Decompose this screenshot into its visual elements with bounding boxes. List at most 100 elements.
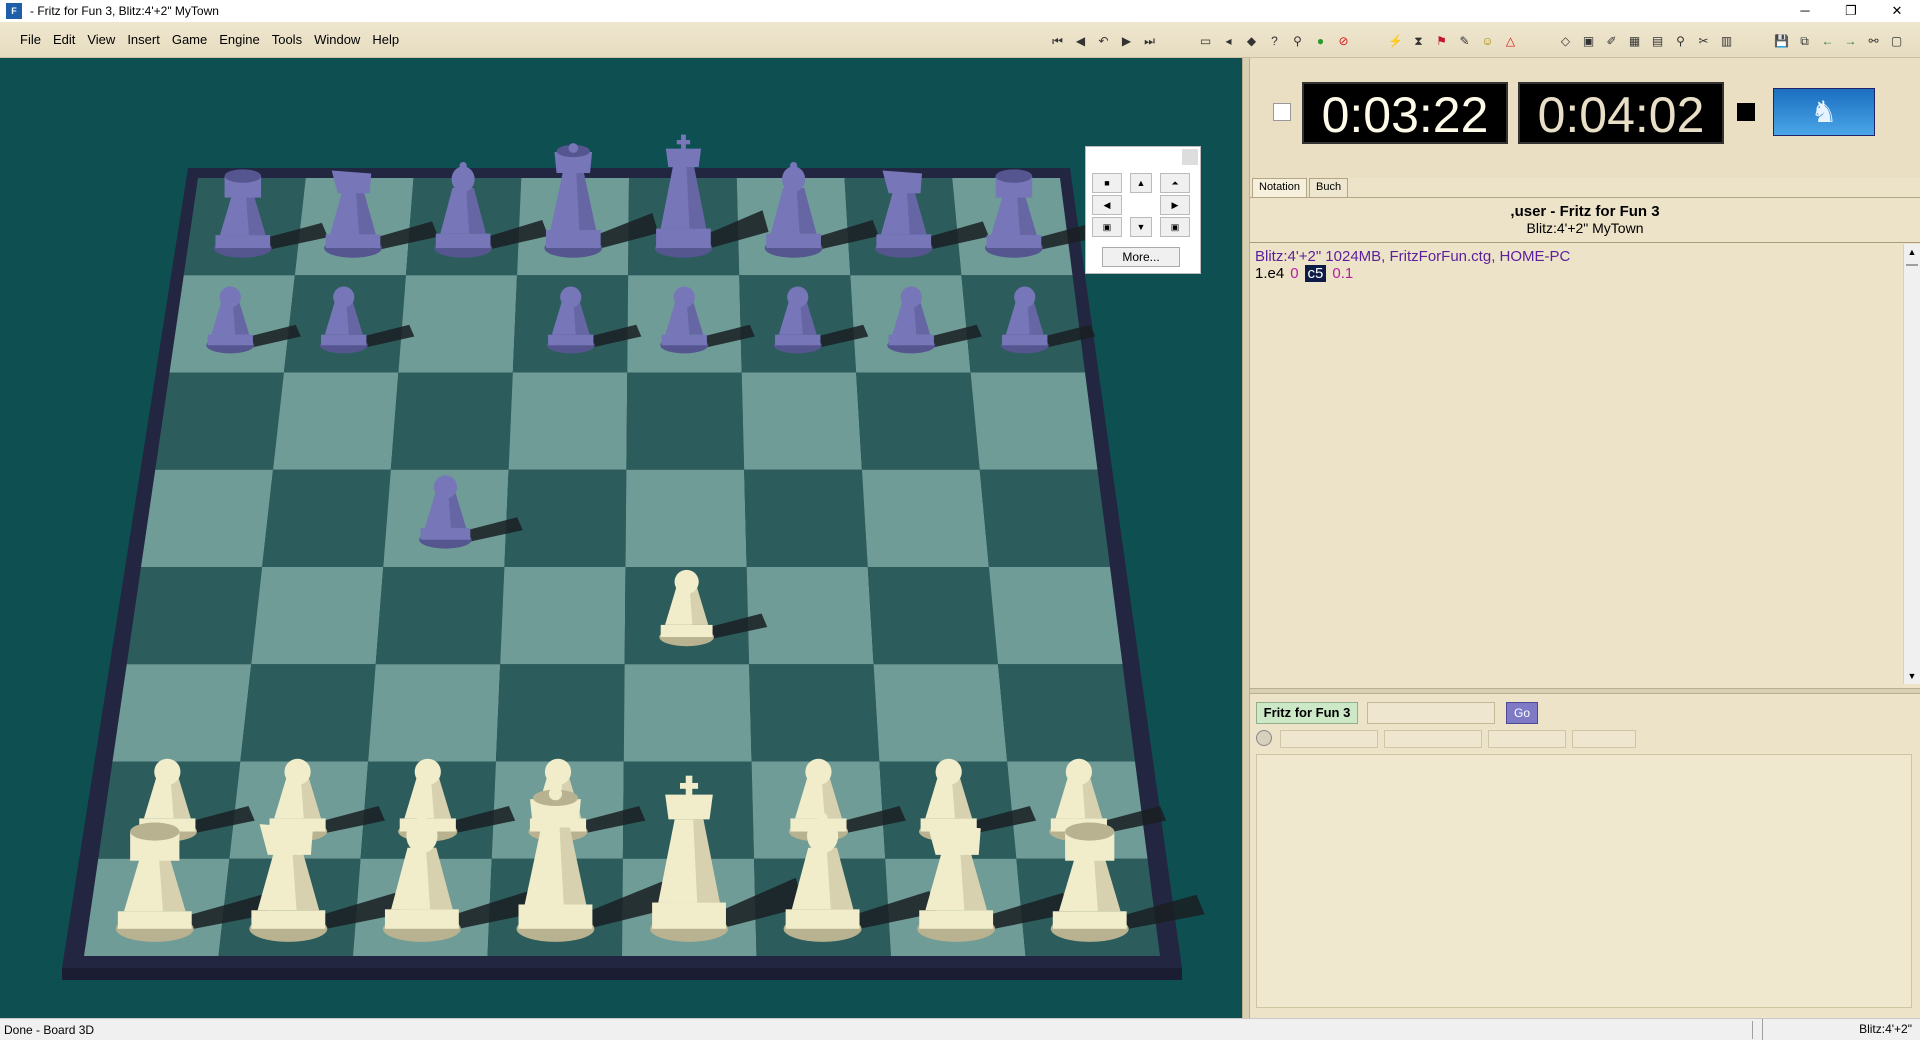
square-e5[interactable] — [625, 469, 747, 567]
panel-icon[interactable]: ▥ — [1715, 31, 1738, 51]
menu-window[interactable]: Window — [314, 32, 360, 47]
minimize-button[interactable]: ─ — [1782, 0, 1828, 22]
camera-right-button[interactable]: ▶ — [1160, 195, 1190, 215]
camera-up-button[interactable]: ▲ — [1130, 173, 1152, 193]
flag-icon[interactable]: ⚑ — [1430, 31, 1453, 51]
layout-icon[interactable]: ▦ — [1623, 31, 1646, 51]
new-game-icon[interactable]: ▭ — [1194, 31, 1217, 51]
camera-down-button[interactable]: ▼ — [1130, 217, 1152, 237]
save-icon[interactable]: 💾 — [1770, 31, 1793, 51]
copy-icon[interactable]: ⧉ — [1793, 31, 1816, 51]
square-b5[interactable] — [262, 469, 391, 567]
engine-icon[interactable]: ⚡ — [1384, 31, 1407, 51]
binoculars-icon[interactable]: ⚯ — [1862, 31, 1885, 51]
square-c3[interactable] — [368, 664, 501, 762]
menu-edit[interactable]: Edit — [53, 32, 75, 47]
search-icon[interactable]: ⚲ — [1286, 31, 1309, 51]
previous-move-icon[interactable]: ◀ — [1069, 31, 1092, 51]
square-h3[interactable] — [998, 664, 1135, 762]
close-button[interactable]: ✕ — [1874, 0, 1920, 22]
board-icon[interactable]: ▣ — [1577, 31, 1600, 51]
square-e6[interactable] — [626, 372, 745, 470]
timer-icon[interactable]: ⧗ — [1407, 31, 1430, 51]
current-move[interactable]: c5 — [1304, 265, 1327, 282]
camera-tilt-up-button[interactable]: ⏶ — [1160, 173, 1190, 193]
square-d4[interactable] — [500, 567, 626, 665]
panel-close-button[interactable] — [1182, 149, 1198, 165]
square-f5[interactable] — [744, 469, 868, 567]
frame-icon[interactable]: ▢ — [1885, 31, 1908, 51]
pen-icon[interactable]: ✐ — [1600, 31, 1623, 51]
smiley-icon[interactable]: ☺ — [1476, 31, 1499, 51]
menu-tools[interactable]: Tools — [272, 32, 302, 47]
stop-icon[interactable]: ⊘ — [1332, 31, 1355, 51]
scroll-down-icon[interactable]: ▼ — [1904, 668, 1920, 684]
move-white[interactable]: 1.e4 — [1255, 265, 1284, 282]
square-g4[interactable] — [867, 567, 999, 665]
square-g6[interactable] — [856, 372, 980, 470]
scroll-up-icon[interactable]: ▲ — [1904, 244, 1920, 260]
board-3d-view[interactable]: ■ ▲ ⏶ ◀ ▶ ▣ ▼ ▣ More... — [0, 58, 1242, 1018]
forward-arrow-icon[interactable]: → — [1839, 31, 1862, 51]
square-b3[interactable] — [240, 664, 376, 762]
square-c6[interactable] — [390, 372, 513, 470]
flip-board-icon[interactable]: ◂ — [1217, 31, 1240, 51]
notation-pane[interactable]: Blitz:4'+2" 1024MB, FritzForFun.ctg, HOM… — [1250, 244, 1900, 684]
square-c4[interactable] — [375, 567, 505, 665]
notation-scrollbar[interactable]: ▲ ▼ — [1903, 244, 1920, 684]
menu-insert[interactable]: Insert — [127, 32, 160, 47]
square-d5[interactable] — [504, 469, 627, 567]
menu-help[interactable]: Help — [372, 32, 399, 47]
square-a3[interactable] — [112, 664, 252, 762]
square-e3[interactable] — [623, 664, 752, 762]
tab-buch[interactable]: Buch — [1308, 178, 1349, 197]
search-key-icon[interactable]: ⚲ — [1669, 31, 1692, 51]
square-a5[interactable] — [141, 469, 274, 567]
tools-icon[interactable]: ✂ — [1692, 31, 1715, 51]
engine-name[interactable]: Fritz for Fun 3 — [1256, 702, 1358, 724]
question-icon[interactable]: ? — [1263, 31, 1286, 51]
annotate-icon[interactable]: ✎ — [1453, 31, 1476, 51]
square-g5[interactable] — [861, 469, 989, 567]
tab-notation[interactable]: Notation — [1252, 178, 1307, 197]
next-move-icon[interactable]: ▶ — [1115, 31, 1138, 51]
eraser-icon[interactable]: ◇ — [1554, 31, 1577, 51]
accept-icon[interactable]: ● — [1309, 31, 1332, 51]
more-button[interactable]: More... — [1102, 247, 1180, 267]
take-back-icon[interactable]: ↶ — [1092, 31, 1115, 51]
camera-zoom-in-button[interactable]: ▣ — [1160, 217, 1190, 237]
square-a6[interactable] — [155, 372, 284, 470]
menu-view[interactable]: View — [87, 32, 115, 47]
square-h6[interactable] — [970, 372, 1098, 470]
square-h5[interactable] — [979, 469, 1110, 567]
square-a4[interactable] — [126, 567, 263, 665]
engine-status-icon[interactable] — [1256, 730, 1272, 746]
triangle-icon[interactable]: △ — [1499, 31, 1522, 51]
restore-button[interactable]: ❐ — [1828, 0, 1874, 22]
square-b6[interactable] — [273, 372, 399, 470]
last-move-icon[interactable]: ⏭ — [1138, 31, 1161, 51]
window-icon[interactable]: ▤ — [1646, 31, 1669, 51]
scroll-thumb[interactable] — [1906, 264, 1918, 266]
square-h4[interactable] — [988, 567, 1123, 665]
hint-icon[interactable]: ◆ — [1240, 31, 1263, 51]
square-d3[interactable] — [495, 664, 625, 762]
camera-stop-button[interactable]: ■ — [1092, 173, 1122, 193]
chess-board-3d[interactable] — [0, 58, 1242, 1018]
square-f3[interactable] — [749, 664, 880, 762]
go-button[interactable]: Go — [1506, 702, 1538, 724]
square-f4[interactable] — [746, 567, 874, 665]
camera-zoom-out-button[interactable]: ▣ — [1092, 217, 1122, 237]
square-g3[interactable] — [873, 664, 1008, 762]
menu-file[interactable]: File — [20, 32, 41, 47]
first-move-icon[interactable]: ⏮ — [1046, 31, 1069, 51]
square-d6[interactable] — [508, 372, 628, 470]
vertical-splitter[interactable] — [1242, 58, 1250, 1018]
menu-engine[interactable]: Engine — [219, 32, 259, 47]
square-f6[interactable] — [741, 372, 862, 470]
menu-game[interactable]: Game — [172, 32, 207, 47]
camera-left-button[interactable]: ◀ — [1092, 195, 1122, 215]
square-c7[interactable] — [398, 275, 518, 373]
back-arrow-icon[interactable]: ← — [1816, 31, 1839, 51]
square-b4[interactable] — [251, 567, 384, 665]
